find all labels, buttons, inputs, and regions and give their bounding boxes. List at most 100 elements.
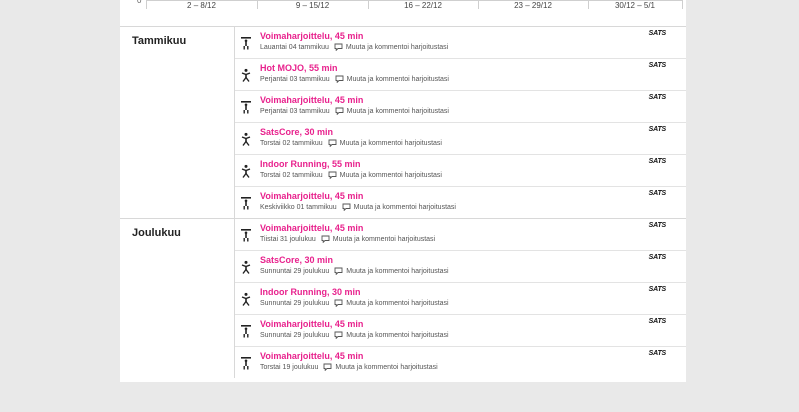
weightlifting-icon xyxy=(241,228,251,242)
workout-meta: Sunnuntai 29 joulukuu Muuta ja kommentoi … xyxy=(260,299,449,308)
edit-comment-link[interactable]: Muuta ja kommentoi harjoitustasi xyxy=(340,140,442,147)
workout-row[interactable]: SatsCore, 30 min Sunnuntai 29 joulukuu Muu… xyxy=(235,250,686,282)
workout-history-panel: 0 2 – 8/12 9 – 15/12 16 – 22/12 23 – 29/12 3… xyxy=(120,0,686,382)
workout-row[interactable]: Indoor Running, 30 min Sunnuntai 29 joulu… xyxy=(235,282,686,314)
comment-icon[interactable] xyxy=(321,235,330,244)
workout-list: Voimaharjoittelu, 45 min Lauantai 04 tamm… xyxy=(234,27,686,218)
yoga-icon xyxy=(241,260,251,274)
workout-date: Sunnuntai 29 joulukuu xyxy=(260,331,330,339)
yoga-icon xyxy=(241,68,251,82)
edit-comment-link[interactable]: Muuta ja kommentoi harjoitustasi xyxy=(346,332,448,339)
weightlifting-icon xyxy=(241,36,251,50)
comment-icon[interactable] xyxy=(335,75,344,84)
month-list: Tammikuu Voimaharjoittelu, 45 min Lauantai… xyxy=(120,26,686,378)
workout-date: Tiistai 31 joulukuu xyxy=(260,235,316,243)
workout-row[interactable]: SatsCore, 30 min Torstai 02 tammikuu Muuta… xyxy=(235,122,686,154)
workout-date: Keskiviikko 01 tammikuu xyxy=(260,203,337,211)
workout-date: Lauantai 04 tammikuu xyxy=(260,43,329,51)
comment-icon[interactable] xyxy=(328,139,337,148)
workout-name-link[interactable]: Voimaharjoittelu, 45 min xyxy=(260,95,363,105)
workout-date: Sunnuntai 29 joulukuu xyxy=(260,267,330,275)
workout-row[interactable]: Indoor Running, 55 min Torstai 02 tammiku… xyxy=(235,154,686,186)
axis-tick xyxy=(682,0,683,9)
workout-name-link[interactable]: Voimaharjoittelu, 45 min xyxy=(260,319,363,329)
month-section: Joulukuu Voimaharjoittelu, 45 min Tiistai … xyxy=(120,218,686,378)
workout-date: Torstai 02 tammikuu xyxy=(260,171,323,179)
sats-logo: SATS xyxy=(648,158,667,165)
edit-comment-link[interactable]: Muuta ja kommentoi harjoitustasi xyxy=(335,364,437,371)
weightlifting-icon xyxy=(241,324,251,338)
month-section: Tammikuu Voimaharjoittelu, 45 min Lauantai… xyxy=(120,26,686,218)
workout-row[interactable]: Hot MOJO, 55 min Perjantai 03 tammikuu Muu… xyxy=(235,58,686,90)
workout-name-link[interactable]: Indoor Running, 30 min xyxy=(260,287,361,297)
edit-comment-link[interactable]: Muuta ja kommentoi harjoitustasi xyxy=(333,236,435,243)
week-label: 23 – 29/12 xyxy=(514,1,552,10)
yoga-icon xyxy=(241,164,251,178)
workout-list: Voimaharjoittelu, 45 min Tiistai 31 joulu… xyxy=(234,219,686,378)
sats-logo: SATS xyxy=(648,350,667,357)
edit-comment-link[interactable]: Muuta ja kommentoi harjoitustasi xyxy=(346,44,448,51)
workout-row[interactable]: Voimaharjoittelu, 45 min Perjantai 03 tam… xyxy=(235,90,686,122)
workout-meta: Torstai 02 tammikuu Muuta ja kommentoi ha… xyxy=(260,171,442,180)
week-label: 16 – 22/12 xyxy=(404,1,442,10)
sats-logo: SATS xyxy=(648,30,667,37)
workout-row[interactable]: Voimaharjoittelu, 45 min Lauantai 04 tamm… xyxy=(235,27,686,58)
axis-tick xyxy=(588,0,589,9)
edit-comment-link[interactable]: Muuta ja kommentoi harjoitustasi xyxy=(347,76,449,83)
workout-name-link[interactable]: Voimaharjoittelu, 45 min xyxy=(260,31,363,41)
comment-icon[interactable] xyxy=(342,203,351,212)
workout-row[interactable]: Voimaharjoittelu, 45 min Sunnuntai 29 jou… xyxy=(235,314,686,346)
week-label: 30/12 – 5/1 xyxy=(614,1,656,10)
axis-tick xyxy=(368,0,369,9)
workout-name-link[interactable]: SatsCore, 30 min xyxy=(260,127,333,137)
workout-name-link[interactable]: SatsCore, 30 min xyxy=(260,255,333,265)
week-label: 9 – 15/12 xyxy=(295,1,330,10)
workout-meta: Lauantai 04 tammikuu Muuta ja kommentoi h… xyxy=(260,43,448,52)
workout-name-link[interactable]: Voimaharjoittelu, 45 min xyxy=(260,223,363,233)
workout-date: Torstai 19 joulukuu xyxy=(260,363,319,371)
workout-meta: Sunnuntai 29 joulukuu Muuta ja kommentoi … xyxy=(260,331,449,340)
workout-meta: Torstai 02 tammikuu Muuta ja kommentoi ha… xyxy=(260,139,442,148)
comment-icon[interactable] xyxy=(323,363,332,372)
workout-row[interactable]: Voimaharjoittelu, 45 min Tiistai 31 joulu… xyxy=(235,219,686,250)
axis-tick xyxy=(257,0,258,9)
sats-logo: SATS xyxy=(648,126,667,133)
edit-comment-link[interactable]: Muuta ja kommentoi harjoitustasi xyxy=(347,108,449,115)
weekly-chart-axis: 0 2 – 8/12 9 – 15/12 16 – 22/12 23 – 29/12 3… xyxy=(120,0,686,14)
comment-icon[interactable] xyxy=(328,171,337,180)
yoga-icon xyxy=(241,292,251,306)
edit-comment-link[interactable]: Muuta ja kommentoi harjoitustasi xyxy=(354,204,456,211)
sats-logo: SATS xyxy=(648,222,667,229)
comment-icon[interactable] xyxy=(334,267,343,276)
edit-comment-link[interactable]: Muuta ja kommentoi harjoitustasi xyxy=(346,300,448,307)
weightlifting-icon xyxy=(241,356,251,370)
workout-name-link[interactable]: Voimaharjoittelu, 45 min xyxy=(260,351,363,361)
sats-logo: SATS xyxy=(648,62,667,69)
sats-logo: SATS xyxy=(648,318,667,325)
comment-icon[interactable] xyxy=(334,299,343,308)
edit-comment-link[interactable]: Muuta ja kommentoi harjoitustasi xyxy=(346,268,448,275)
workout-date: Sunnuntai 29 joulukuu xyxy=(260,299,330,307)
yoga-icon xyxy=(241,132,251,146)
workout-meta: Sunnuntai 29 joulukuu Muuta ja kommentoi … xyxy=(260,267,449,276)
axis-tick xyxy=(146,0,147,9)
month-title: Tammikuu xyxy=(132,35,187,47)
workout-row[interactable]: Voimaharjoittelu, 45 min Keskiviikko 01 t… xyxy=(235,186,686,218)
axis-tick xyxy=(478,0,479,9)
weightlifting-icon xyxy=(241,100,251,114)
workout-row[interactable]: Voimaharjoittelu, 45 min Torstai 19 joulu… xyxy=(235,346,686,378)
workout-date: Torstai 02 tammikuu xyxy=(260,139,323,147)
sats-logo: SATS xyxy=(648,190,667,197)
month-title: Joulukuu xyxy=(132,227,181,239)
edit-comment-link[interactable]: Muuta ja kommentoi harjoitustasi xyxy=(340,172,442,179)
comment-icon[interactable] xyxy=(334,331,343,340)
comment-icon[interactable] xyxy=(335,107,344,116)
workout-meta: Torstai 19 joulukuu Muuta ja kommentoi ha… xyxy=(260,363,438,372)
week-label: 2 – 8/12 xyxy=(187,1,216,10)
sats-logo: SATS xyxy=(648,94,667,101)
workout-name-link[interactable]: Indoor Running, 55 min xyxy=(260,159,361,169)
workout-name-link[interactable]: Hot MOJO, 55 min xyxy=(260,63,338,73)
comment-icon[interactable] xyxy=(334,43,343,52)
workout-name-link[interactable]: Voimaharjoittelu, 45 min xyxy=(260,191,363,201)
workout-meta: Tiistai 31 joulukuu Muuta ja kommentoi ha… xyxy=(260,235,435,244)
